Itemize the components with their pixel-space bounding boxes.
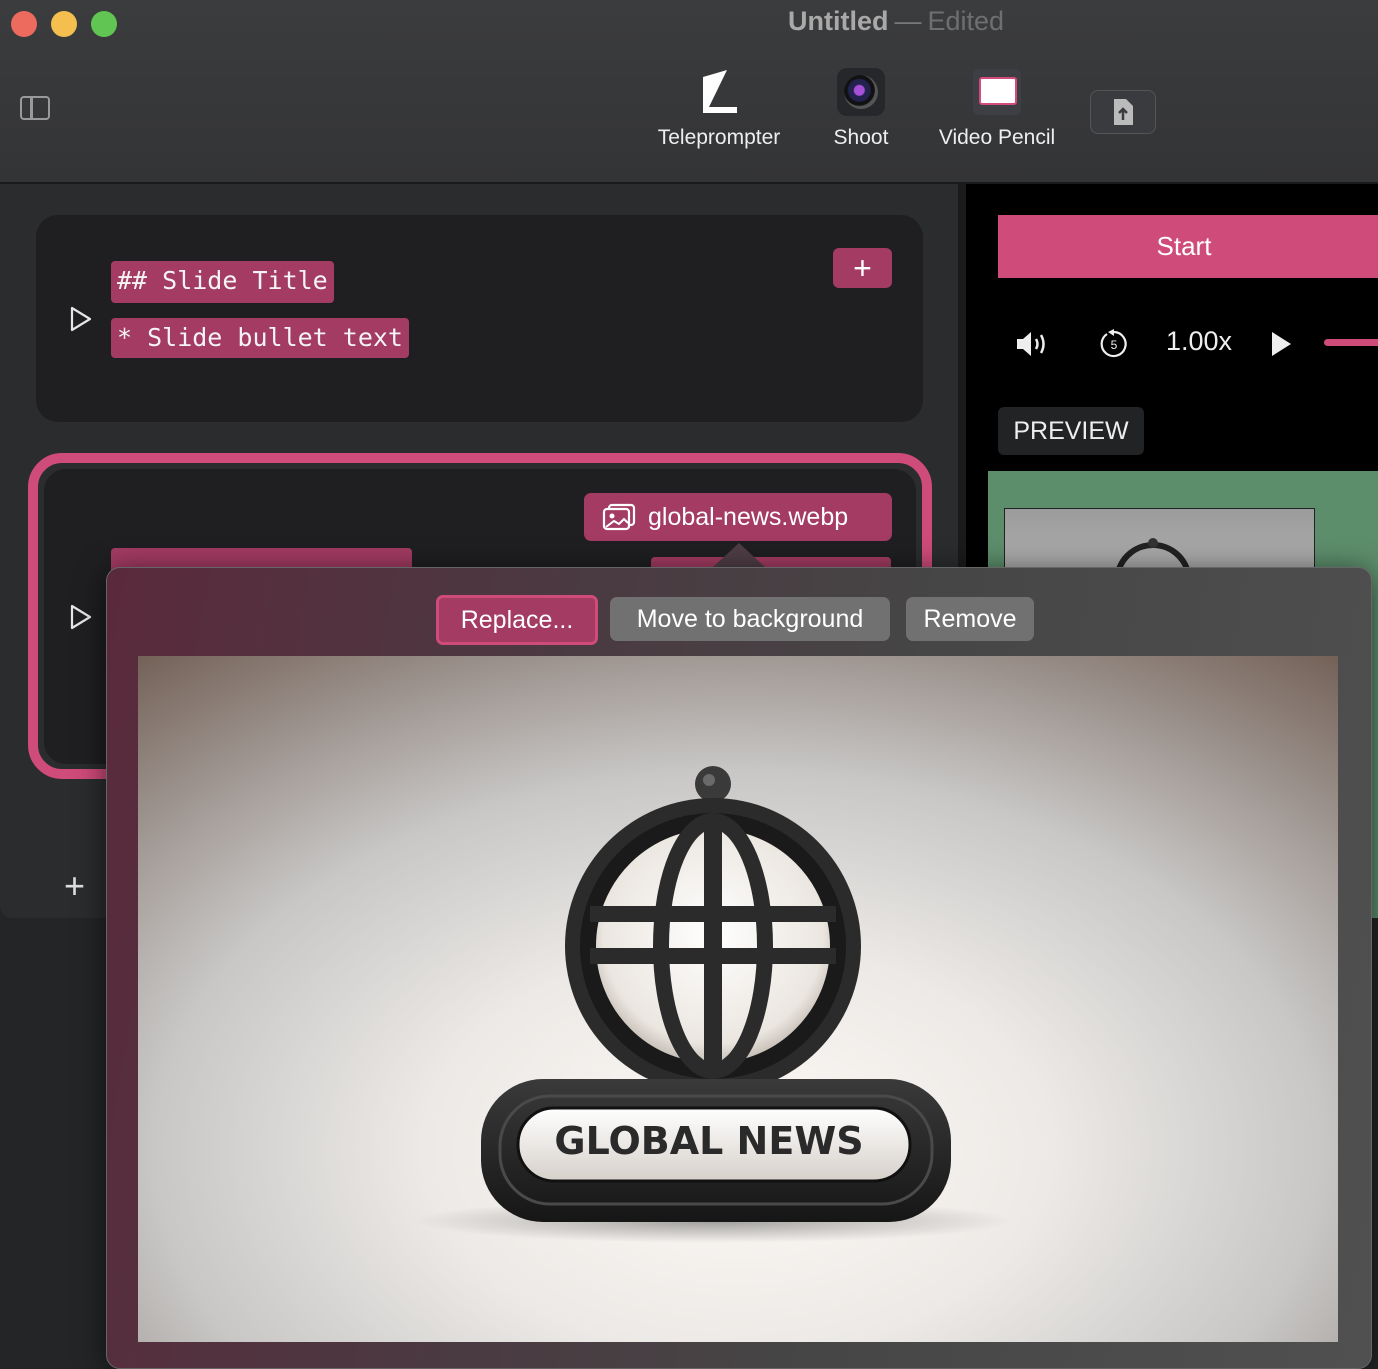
titlebar: Untitled — Edited Teleprompter Shoot Video…: [0, 0, 1378, 184]
sidebar-toggle-icon[interactable]: [20, 96, 50, 120]
skip-seconds-label: 5: [1111, 338, 1118, 352]
skip-back-icon[interactable]: 5: [1098, 328, 1130, 360]
teleprompter-button[interactable]: Teleprompter: [650, 66, 788, 150]
attachment-filename: global-news.webp: [648, 502, 849, 531]
play-slide-icon[interactable]: [69, 604, 93, 630]
title-separator: —: [894, 6, 922, 36]
play-slide-icon[interactable]: [69, 306, 93, 332]
add-slide-button[interactable]: +: [64, 868, 85, 904]
image-attachment-chip[interactable]: global-news.webp: [584, 493, 892, 541]
playback-progress[interactable]: [1324, 339, 1378, 346]
teleprompter-icon: [703, 70, 737, 113]
document-status: Edited: [927, 6, 1005, 36]
globe-news-logo: GLOBAL NEWS: [413, 766, 1013, 1243]
shoot-button[interactable]: Shoot: [820, 66, 902, 150]
video-pencil-label: Video Pencil: [938, 126, 1056, 149]
video-pencil-icon: [973, 69, 1021, 115]
camera-icon: [837, 68, 885, 116]
close-window-button[interactable]: [11, 11, 37, 37]
playback-speed[interactable]: 1.00x: [1166, 326, 1232, 357]
share-button[interactable]: [1090, 90, 1156, 134]
add-button[interactable]: +: [833, 248, 892, 288]
video-pencil-button[interactable]: Video Pencil: [930, 66, 1064, 150]
document-name: Untitled: [788, 6, 889, 36]
global-news-text: GLOBAL NEWS: [554, 1119, 863, 1163]
start-button[interactable]: Start: [998, 215, 1378, 278]
popover-arrow: [712, 543, 766, 568]
slide-title-text[interactable]: ## Slide Title: [111, 261, 334, 303]
replace-button[interactable]: Replace...: [436, 595, 598, 645]
volume-icon[interactable]: [1015, 330, 1051, 358]
slide-bullet-text[interactable]: * Slide bullet text: [111, 318, 409, 358]
share-document-icon: [1114, 99, 1133, 125]
window-title: Untitled — Edited: [788, 6, 1004, 37]
attached-image-preview: GLOBAL NEWS: [138, 656, 1338, 1342]
minimize-window-button[interactable]: [51, 11, 77, 37]
move-to-background-button[interactable]: Move to background: [610, 597, 890, 641]
preview-label: PREVIEW: [998, 407, 1144, 455]
play-icon[interactable]: [1270, 331, 1292, 357]
image-icon: [602, 503, 636, 531]
remove-button[interactable]: Remove: [906, 597, 1034, 641]
zoom-window-button[interactable]: [91, 11, 117, 37]
teleprompter-label: Teleprompter: [657, 126, 781, 149]
shoot-label: Shoot: [833, 126, 889, 149]
